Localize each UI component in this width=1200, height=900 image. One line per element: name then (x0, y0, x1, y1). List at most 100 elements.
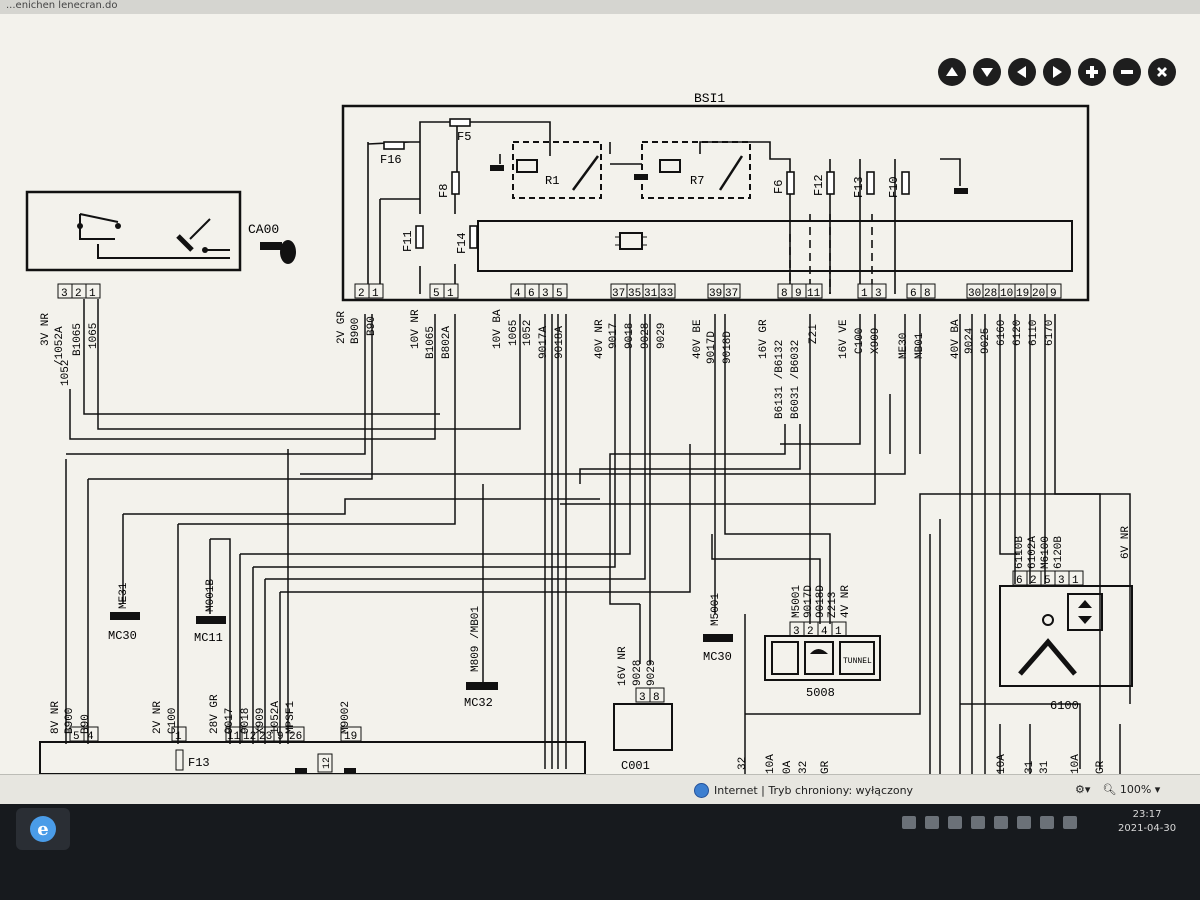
svg-text:9028: 9028 (632, 660, 644, 686)
svg-text:0A: 0A (782, 760, 794, 774)
svg-text:MC30: MC30 (703, 650, 732, 664)
notification-icon[interactable] (1040, 816, 1054, 829)
svg-text:37: 37 (612, 288, 625, 300)
svg-text:6170: 6170 (1044, 320, 1056, 346)
svg-text:23: 23 (259, 731, 272, 743)
zoom-settings-icon[interactable]: ⚙▾ (1075, 783, 1090, 796)
svg-text:33: 33 (660, 288, 673, 300)
svg-text:9017D: 9017D (706, 331, 718, 364)
svg-text:M5001: M5001 (710, 593, 722, 626)
svg-text:B6031 /B6032: B6031 /B6032 (790, 340, 802, 419)
ie-icon: e (30, 816, 56, 842)
svg-text:GR: GR (1095, 760, 1107, 774)
svg-text:9017D: 9017D (803, 585, 815, 618)
volume-icon[interactable] (971, 816, 985, 829)
viewer-nav-toolbar (938, 58, 1176, 86)
svg-text:6102A: 6102A (1027, 536, 1039, 569)
svg-text:6V NR: 6V NR (1120, 526, 1132, 559)
svg-text:9018A: 9018A (554, 326, 566, 359)
svg-text:9: 9 (795, 288, 802, 300)
svg-text:5: 5 (73, 731, 80, 743)
nav-down-button[interactable] (973, 58, 1001, 86)
svg-text:F10: F10 (887, 176, 901, 198)
svg-text:12: 12 (243, 731, 256, 743)
svg-text:10: 10 (1000, 288, 1013, 300)
schematic-viewer[interactable]: CA00 3 2 1 1052 3V NR /1052A B1065 1065 … (0, 14, 1200, 774)
svg-text:32: 32 (737, 757, 749, 770)
svg-text:19: 19 (1016, 288, 1029, 300)
security-icon[interactable] (1063, 816, 1077, 829)
svg-text:19: 19 (344, 731, 357, 743)
svg-text:9029: 9029 (646, 660, 658, 686)
svg-text:2: 2 (358, 288, 365, 300)
svg-text:4V NR: 4V NR (840, 585, 852, 618)
svg-text:R7: R7 (690, 174, 704, 188)
security-zone[interactable]: Internet | Tryb chroniony: wyłączony (694, 783, 913, 798)
network-icon[interactable] (925, 816, 939, 829)
svg-text:10A: 10A (765, 754, 777, 774)
minus-icon (1121, 70, 1133, 74)
svg-text:M9002: M9002 (340, 701, 352, 734)
svg-text:M6100: M6100 (1040, 536, 1052, 569)
svg-text:5008: 5008 (806, 686, 835, 700)
battery-icon[interactable] (948, 816, 962, 829)
svg-text:M5001: M5001 (791, 585, 803, 618)
svg-text:MC11: MC11 (194, 631, 223, 645)
svg-text:28: 28 (984, 288, 997, 300)
browser-status-bar: Internet | Tryb chroniony: wyłączony ⚙▾ … (0, 774, 1200, 805)
nav-up-button[interactable] (938, 58, 966, 86)
svg-text:31: 31 (644, 288, 658, 300)
svg-text:10A: 10A (1070, 754, 1082, 774)
arrow-right-icon (1053, 66, 1062, 78)
nav-right-button[interactable] (1043, 58, 1071, 86)
globe-icon (694, 783, 709, 798)
svg-text:9: 9 (277, 731, 284, 743)
svg-text:16V NR: 16V NR (617, 646, 629, 686)
svg-text:11: 11 (227, 731, 241, 743)
svg-text:9025: 9025 (980, 328, 992, 354)
svg-text:F11: F11 (401, 230, 415, 252)
ca00-label: CA00 (248, 222, 279, 237)
svg-text:9024: 9024 (964, 327, 976, 354)
taskbar: e 23:17 2021-04-30 (0, 804, 1200, 900)
svg-text:F13: F13 (188, 756, 210, 770)
close-button[interactable] (1148, 58, 1176, 86)
nav-left-button[interactable] (1008, 58, 1036, 86)
svg-text:35: 35 (628, 288, 641, 300)
bluetooth-icon[interactable] (1017, 816, 1031, 829)
monitor-icon[interactable] (994, 816, 1008, 829)
zoom-control[interactable]: ⚙▾ 🔍︎ 100% ▾ (1075, 783, 1160, 796)
zoom-in-button[interactable] (1078, 58, 1106, 86)
svg-text:2V NR: 2V NR (152, 701, 164, 734)
wiring-diagram: CA00 3 2 1 1052 3V NR /1052A B1065 1065 … (0, 14, 1200, 774)
plus-icon (1086, 66, 1098, 78)
svg-text:39: 39 (709, 288, 722, 300)
zoom-out-button[interactable] (1113, 58, 1141, 86)
clock-date: 2021-04-30 (1118, 823, 1177, 834)
svg-text:1: 1 (861, 288, 868, 300)
clock-time: 23:17 (1132, 809, 1162, 820)
svg-text:MPSF1: MPSF1 (285, 701, 297, 734)
svg-text:B6131 /B6132: B6131 /B6132 (774, 340, 786, 419)
tray-app-icon[interactable] (902, 816, 916, 829)
svg-text:ME31: ME31 (118, 582, 130, 609)
svg-text:B802A: B802A (441, 326, 453, 359)
ie-taskbar-button[interactable]: e (16, 808, 70, 850)
svg-text:40V BE: 40V BE (692, 319, 704, 359)
svg-text:28V GR: 28V GR (209, 694, 221, 734)
svg-text:B1065: B1065 (72, 323, 84, 356)
svg-text:1: 1 (175, 731, 182, 743)
svg-text:16V GR: 16V GR (758, 319, 770, 359)
taskbar-clock[interactable]: 23:17 2021-04-30 (1118, 808, 1176, 836)
svg-text:X909: X909 (870, 328, 882, 354)
svg-text:10A: 10A (996, 754, 1008, 774)
svg-text:F8: F8 (437, 184, 451, 198)
arrow-down-icon (981, 68, 993, 77)
svg-text:3: 3 (542, 288, 549, 300)
svg-text:F13: F13 (852, 176, 866, 198)
svg-text:3V NR: 3V NR (40, 313, 52, 346)
svg-text:6160: 6160 (996, 320, 1008, 346)
zoom-level: 100% (1119, 783, 1152, 796)
tab-title[interactable]: ...enichen lenecran.do (6, 0, 117, 11)
svg-text:10V BA: 10V BA (492, 309, 504, 349)
